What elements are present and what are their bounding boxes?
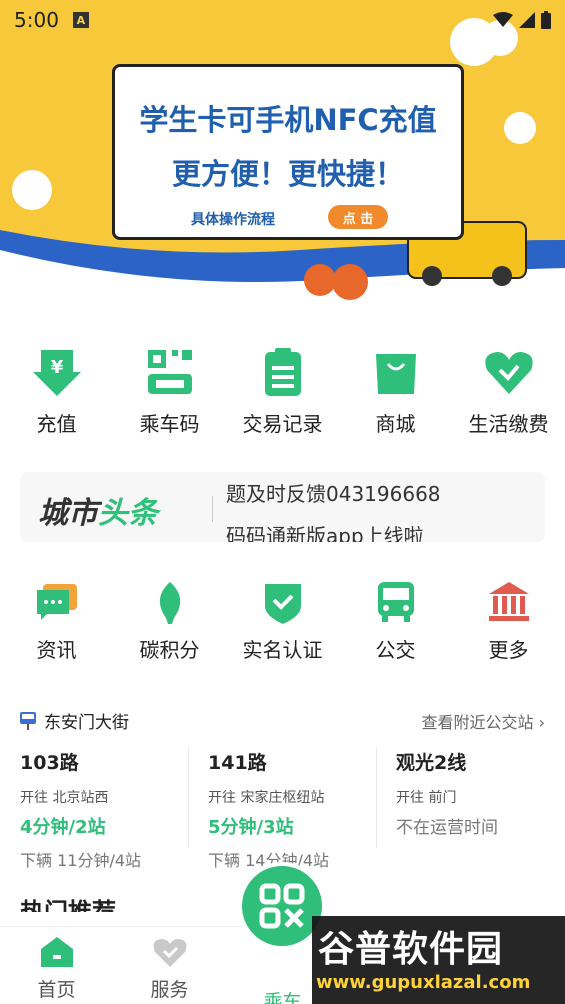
bus-stop-header: 东安门大街 查看附近公交站 › — [20, 708, 545, 733]
action-label: 生活缴费 — [468, 412, 549, 436]
yuan-down-icon: ¥ — [32, 350, 81, 396]
service-more[interactable]: 更多 — [452, 580, 565, 663]
route-card[interactable]: 141路 开往 宋家庄枢纽站 5分钟/3站 下辆 14分钟/4站 — [188, 748, 376, 871]
divider — [212, 496, 213, 522]
service-verification[interactable]: 实名认证 — [226, 580, 339, 663]
route-eta: 5分钟/3站 — [208, 817, 294, 838]
pager-dot — [288, 290, 298, 293]
pager-dot — [272, 290, 282, 293]
bus-stop-name: 东安门大街 — [44, 713, 129, 733]
headlines-logo: 城市头条 — [38, 488, 158, 532]
tab-home[interactable]: 首页 — [0, 927, 113, 1004]
action-label: 充值 — [36, 412, 77, 436]
action-label: 乘车码 — [139, 412, 200, 436]
bus-icon — [377, 582, 414, 622]
pager-dot-active — [262, 290, 266, 293]
status-bar: 5:00 A — [0, 0, 565, 40]
logo-text-2: 头条 — [98, 496, 158, 531]
watermark-title: 谷普软件园 — [318, 929, 504, 970]
battery-icon — [541, 11, 551, 29]
watermark-url: www.gupuxlazal.com — [316, 972, 531, 993]
banner-procedure-label: 具体操作流程 — [191, 212, 275, 228]
wifi-icon — [493, 12, 513, 27]
promo-banner[interactable]: 学生卡可手机NFC充值 更方便！更快捷！ 具体操作流程 点 击 — [0, 0, 565, 314]
logo-text-1: 城市 — [38, 496, 98, 531]
banner-click-button[interactable]: 点 击 — [328, 205, 388, 229]
bus-routes: 103路 开往 北京站西 4分钟/2站 下辆 11分钟/4站 141路 开往 宋… — [0, 748, 565, 871]
route-name: 观光2线 — [396, 752, 467, 774]
home-icon — [40, 937, 73, 967]
action-bills[interactable]: 生活缴费 — [452, 346, 565, 437]
clipboard-icon — [264, 348, 301, 396]
route-eta: 不在运营时间 — [396, 818, 498, 838]
notification-a-icon: A — [72, 12, 89, 28]
route-eta: 4分钟/2站 — [20, 817, 106, 838]
shopping-bag-icon — [375, 354, 416, 394]
status-time: 5:00 — [14, 8, 59, 32]
action-ride-code[interactable]: 乘车码 — [113, 346, 226, 437]
route-card[interactable]: 103路 开往 北京站西 4分钟/2站 下辆 11分钟/4站 — [0, 748, 188, 871]
tab-label: 乘车 — [263, 991, 302, 1004]
svg-text:¥: ¥ — [50, 357, 63, 378]
service-label: 更多 — [488, 638, 529, 662]
tab-label: 服务 — [150, 979, 189, 1001]
action-label: 交易记录 — [242, 412, 323, 436]
action-label: 商城 — [375, 412, 416, 436]
heart-icon — [484, 352, 533, 394]
qr-code-icon — [259, 883, 305, 929]
service-label: 实名认证 — [242, 638, 323, 662]
signal-icon — [519, 12, 535, 28]
qr-ticket-icon — [147, 350, 192, 394]
bank-icon — [488, 582, 529, 621]
route-next: 下辆 11分钟/4站 — [20, 851, 142, 870]
route-name: 141路 — [208, 752, 267, 774]
route-name: 103路 — [20, 752, 79, 774]
hot-section-title: 热门推荐 — [20, 898, 116, 912]
service-carbon[interactable]: 碳积分 — [113, 580, 226, 663]
service-label: 公交 — [375, 638, 416, 662]
route-direction: 开往 北京站西 — [20, 790, 109, 806]
banner-subline: 更方便！更快捷！ — [171, 157, 404, 191]
service-news[interactable]: 资讯 — [0, 580, 113, 663]
heart-icon — [153, 939, 186, 967]
banner-pager — [246, 290, 298, 293]
banner-headline: 学生卡可手机NFC充值 — [139, 103, 437, 137]
tab-services[interactable]: 服务 — [113, 927, 226, 1004]
services-grid: 资讯 碳积分 实名认证 公交 更多 — [0, 580, 565, 663]
quick-actions: ¥ 充值 乘车码 交易记录 商城 生活缴费 — [0, 346, 565, 437]
route-direction: 开往 宋家庄枢纽站 — [208, 790, 325, 806]
service-label: 碳积分 — [139, 638, 200, 662]
city-headlines[interactable]: 城市头条 题及时反馈043196668 码码通新版app上线啦 — [20, 472, 545, 542]
action-recharge[interactable]: ¥ 充值 — [0, 346, 113, 437]
action-transactions[interactable]: 交易记录 — [226, 346, 339, 437]
leaf-icon — [159, 582, 180, 624]
action-mall[interactable]: 商城 — [339, 346, 452, 437]
route-direction: 开往 前门 — [396, 790, 457, 806]
shield-check-icon — [264, 584, 301, 624]
banner-board: 学生卡可手机NFC充值 更方便！更快捷！ 具体操作流程 点 击 — [112, 64, 464, 240]
bus-stop-icon — [20, 711, 36, 730]
headline-item[interactable]: 码码通新版app上线啦 — [226, 520, 424, 542]
nearby-stops-link[interactable]: 查看附近公交站 › — [422, 709, 546, 733]
pager-dot — [246, 290, 256, 293]
service-bus[interactable]: 公交 — [339, 580, 452, 663]
headline-item[interactable]: 题及时反馈043196668 — [226, 478, 441, 507]
service-label: 资讯 — [36, 638, 77, 662]
chat-icon — [36, 584, 77, 620]
tab-label: 首页 — [37, 979, 76, 1001]
route-card[interactable]: 观光2线 开往 前门 不在运营时间 — [376, 748, 564, 871]
watermark: 谷普软件园 www.gupuxlazal.com — [312, 916, 565, 1004]
